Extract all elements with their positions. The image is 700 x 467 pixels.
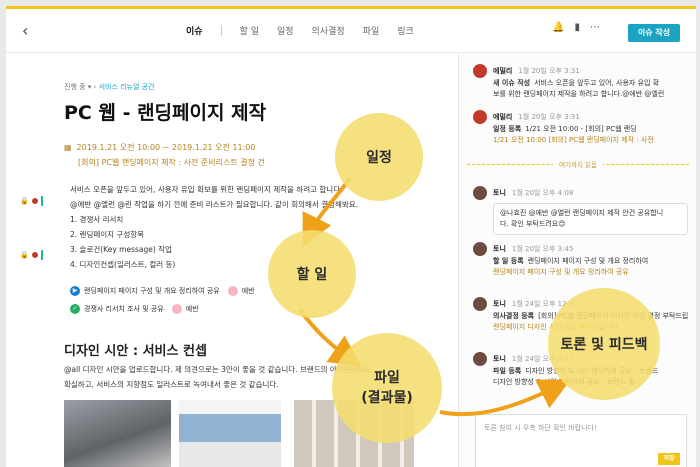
play-icon: ▶ <box>70 286 80 296</box>
feed-link[interactable]: 1/21 오전 10:00 [회의] PC웹 랜딩페이지 제작 : 사전 <box>473 135 688 146</box>
task-assignee: 에반 <box>241 287 255 295</box>
feed-author: 에밀리 <box>493 67 513 75</box>
space-link[interactable]: 서비스 리뉴얼 공간 <box>99 83 155 91</box>
feed-text: 1/21 오전 10:00 - [회의] PC웹 랜딩 <box>525 125 637 133</box>
feed-item: 토니 1월 20일 오후 3:45 할 일 등록 랜딩페이지 페이지 구성 및 개… <box>473 242 688 278</box>
avatar <box>227 286 238 296</box>
schedule-name-row: [회의] PC웹 랜딩페이지 제작 : 사전 준비리스트 결정 건 <box>64 155 265 170</box>
edit-gutter: 🔒 <box>20 250 43 260</box>
top-actions: 🔔 ▮ ⋯ <box>552 22 600 33</box>
body-line: @all 디자인 시안을 업로드합니다. 제 의견으로는 3안이 좋을 것 같습… <box>64 365 372 374</box>
feed-time: 1월 20일 오후 3:45 <box>511 245 574 253</box>
feed-item: 토니 1월 20일 오후 4:08 @나효진 @에반 @엘런 랜딩페이지 제작 … <box>473 186 688 235</box>
task-assignee: 예반 <box>185 305 199 313</box>
feed-item: 에밀리 1월 20일 오후 3:31 일정 등록 1/21 오전 10:00 - … <box>473 110 688 146</box>
schedule-block[interactable]: ▦ 2019.1.21 오전 10:00 ~ 2019.1.21 오전 11:0… <box>64 140 265 170</box>
tab-file[interactable]: 파일 <box>363 24 380 37</box>
bookmark-icon[interactable]: ▮ <box>574 22 580 33</box>
avatar <box>473 242 487 256</box>
avatar <box>171 304 182 314</box>
edit-marker <box>40 250 43 260</box>
new-issue-button[interactable]: 이슈 작성 <box>628 24 680 42</box>
avatar <box>473 64 487 78</box>
comment-text: @나효진 @에반 @엘런 랜딩페이지 제작 안건 공유합니 <box>500 209 664 217</box>
page-title: PC 웹 - 랜딩페이지 제작 <box>64 102 267 124</box>
lock-icon: 🔒 <box>20 197 29 205</box>
task-item[interactable]: ✓ 경쟁사 리서치 조사 및 공유 예반 <box>70 304 199 314</box>
comment-text: 다. 확인 부탁드려요😊 <box>500 220 566 228</box>
tab-link[interactable]: 링크 <box>397 24 414 37</box>
comment-composer[interactable]: 토론 참여 시 우측 하단 확인 바랍니다! 저장 <box>475 414 687 467</box>
feed-author: 토니 <box>493 189 506 197</box>
feed-kind: 새 이슈 작성 <box>493 79 531 87</box>
body-line: @에반 @엘런 @린 작업을 하기 전에 준비 리스트가 필요합니다. 같이 회… <box>70 200 359 209</box>
avatar <box>473 297 487 311</box>
feed-author: 토니 <box>493 245 506 253</box>
schedule-name: [회의] PC웹 랜딩페이지 제작 : 사전 준비리스트 결정 건 <box>78 158 265 167</box>
feed-time: 1월 20일 오후 4:08 <box>511 189 574 197</box>
design-thumbnail[interactable] <box>179 400 281 467</box>
task-label: 경쟁사 리서치 조사 및 공유 <box>84 305 164 313</box>
avatar <box>473 352 487 366</box>
feed-kind: 할 일 등록 <box>493 257 524 265</box>
tab-schedule[interactable]: 일정 <box>277 24 294 37</box>
avatar <box>30 251 39 259</box>
body-line: 1. 경쟁사 리서치 <box>70 215 124 224</box>
more-icon[interactable]: ⋯ <box>590 22 600 33</box>
breadcrumb: 진행 중 ▾ › 서비스 리뉴얼 공간 <box>64 82 155 92</box>
task-label: 랜딩페이지 페이지 구성 및 개요 정리하여 공유 <box>84 287 220 295</box>
read-marker: 여기까지 읽음 <box>467 159 689 169</box>
schedule-time: 2019.1.21 오전 10:00 ~ 2019.1.21 오전 11:00 <box>76 143 256 152</box>
tab-decision[interactable]: 의사결정 <box>312 24 345 37</box>
section-title: 디자인 시안 : 서비스 컨셉 <box>64 344 207 359</box>
comment-bubble: @나효진 @에반 @엘런 랜딩페이지 제작 안건 공유합니 다. 확인 부탁드려… <box>493 203 688 235</box>
lock-icon: 🔒 <box>20 251 29 259</box>
body-line: 서비스 오픈을 앞두고 있어, 사용자 유입 확보를 위한 랜딩페이지 제작을 … <box>70 185 343 194</box>
edit-gutter: 🔒 <box>20 196 43 206</box>
annotation-todo: 할 일 <box>268 230 356 318</box>
feed-text: 보를 위한 랜딩페이지 제작을 하려고 합니다.@에반 @엘런 <box>493 90 665 98</box>
feed-author: 에밀리 <box>493 113 513 121</box>
top-bar: ‹ 이슈 할 일 일정 의사결정 파일 링크 🔔 ▮ ⋯ 이슈 작성 <box>6 9 696 53</box>
annotation-file: 파일 (결과물) <box>332 333 442 443</box>
avatar <box>473 186 487 200</box>
feed-item: 에밀리 1월 20일 오후 3:31 새 이슈 작성 서비스 오픈을 앞두고 있어… <box>473 64 688 100</box>
edit-marker <box>40 196 43 206</box>
status-dropdown[interactable]: 진행 중 ▾ <box>64 83 91 91</box>
save-button[interactable]: 저장 <box>658 453 680 465</box>
tab-issue[interactable]: 이슈 <box>186 24 203 37</box>
feed-author: 토니 <box>493 355 506 363</box>
annotation-schedule: 일정 <box>335 113 423 201</box>
feed-author: 토니 <box>493 300 506 308</box>
read-marker-label: 여기까지 읽음 <box>553 159 603 169</box>
avatar <box>30 197 39 205</box>
avatar <box>473 110 487 124</box>
task-item[interactable]: ▶ 랜딩페이지 페이지 구성 및 개요 정리하여 공유 에반 <box>70 286 255 296</box>
feed-text: 서비스 오픈을 앞두고 있어, 사용자 유입 확 <box>534 79 660 87</box>
feed-time: 1월 20일 오후 3:31 <box>518 113 580 121</box>
back-icon[interactable]: ‹ <box>22 21 28 40</box>
activity-feed: 에밀리 1월 20일 오후 3:31 새 이슈 작성 서비스 오픈을 앞두고 있어… <box>458 54 696 467</box>
feed-link[interactable]: 랜딩페이지 페이지 구성 및 개요 정리하여 공유 <box>473 267 688 278</box>
composer-text: 토론 참여 시 우측 하단 확인 바랍니다! <box>484 424 597 432</box>
design-thumbnail[interactable] <box>64 400 171 467</box>
bell-icon[interactable]: 🔔 <box>552 22 564 33</box>
issue-tabs: 이슈 할 일 일정 의사결정 파일 링크 <box>186 24 414 37</box>
feed-time: 1월 20일 오후 3:31 <box>518 67 580 75</box>
feed-text: 랜딩페이지 페이지 구성 및 개요 정리하여 <box>527 257 649 265</box>
check-icon: ✓ <box>70 304 80 314</box>
annotation-discussion: 토론 및 피드백 <box>548 288 660 400</box>
tab-divider <box>220 25 222 36</box>
schedule-time-row: ▦ 2019.1.21 오전 10:00 ~ 2019.1.21 오전 11:0… <box>64 140 265 155</box>
section-body: @all 디자인 시안을 업로드합니다. 제 의견으로는 3안이 좋을 것 같습… <box>64 362 371 392</box>
body-line: 확실하고, 서비스의 지향점도 일러스트로 녹여내서 좋은 것 같습니다. <box>64 380 279 389</box>
feed-kind: 일정 등록 <box>493 125 522 133</box>
feed-kind: 파일 등록 <box>493 367 522 375</box>
calendar-icon: ▦ <box>64 143 72 152</box>
feed-kind: 의사결정 등록 <box>493 312 535 320</box>
tab-todo[interactable]: 할 일 <box>240 24 259 37</box>
annotation-label: 파일 (결과물) <box>361 370 413 406</box>
